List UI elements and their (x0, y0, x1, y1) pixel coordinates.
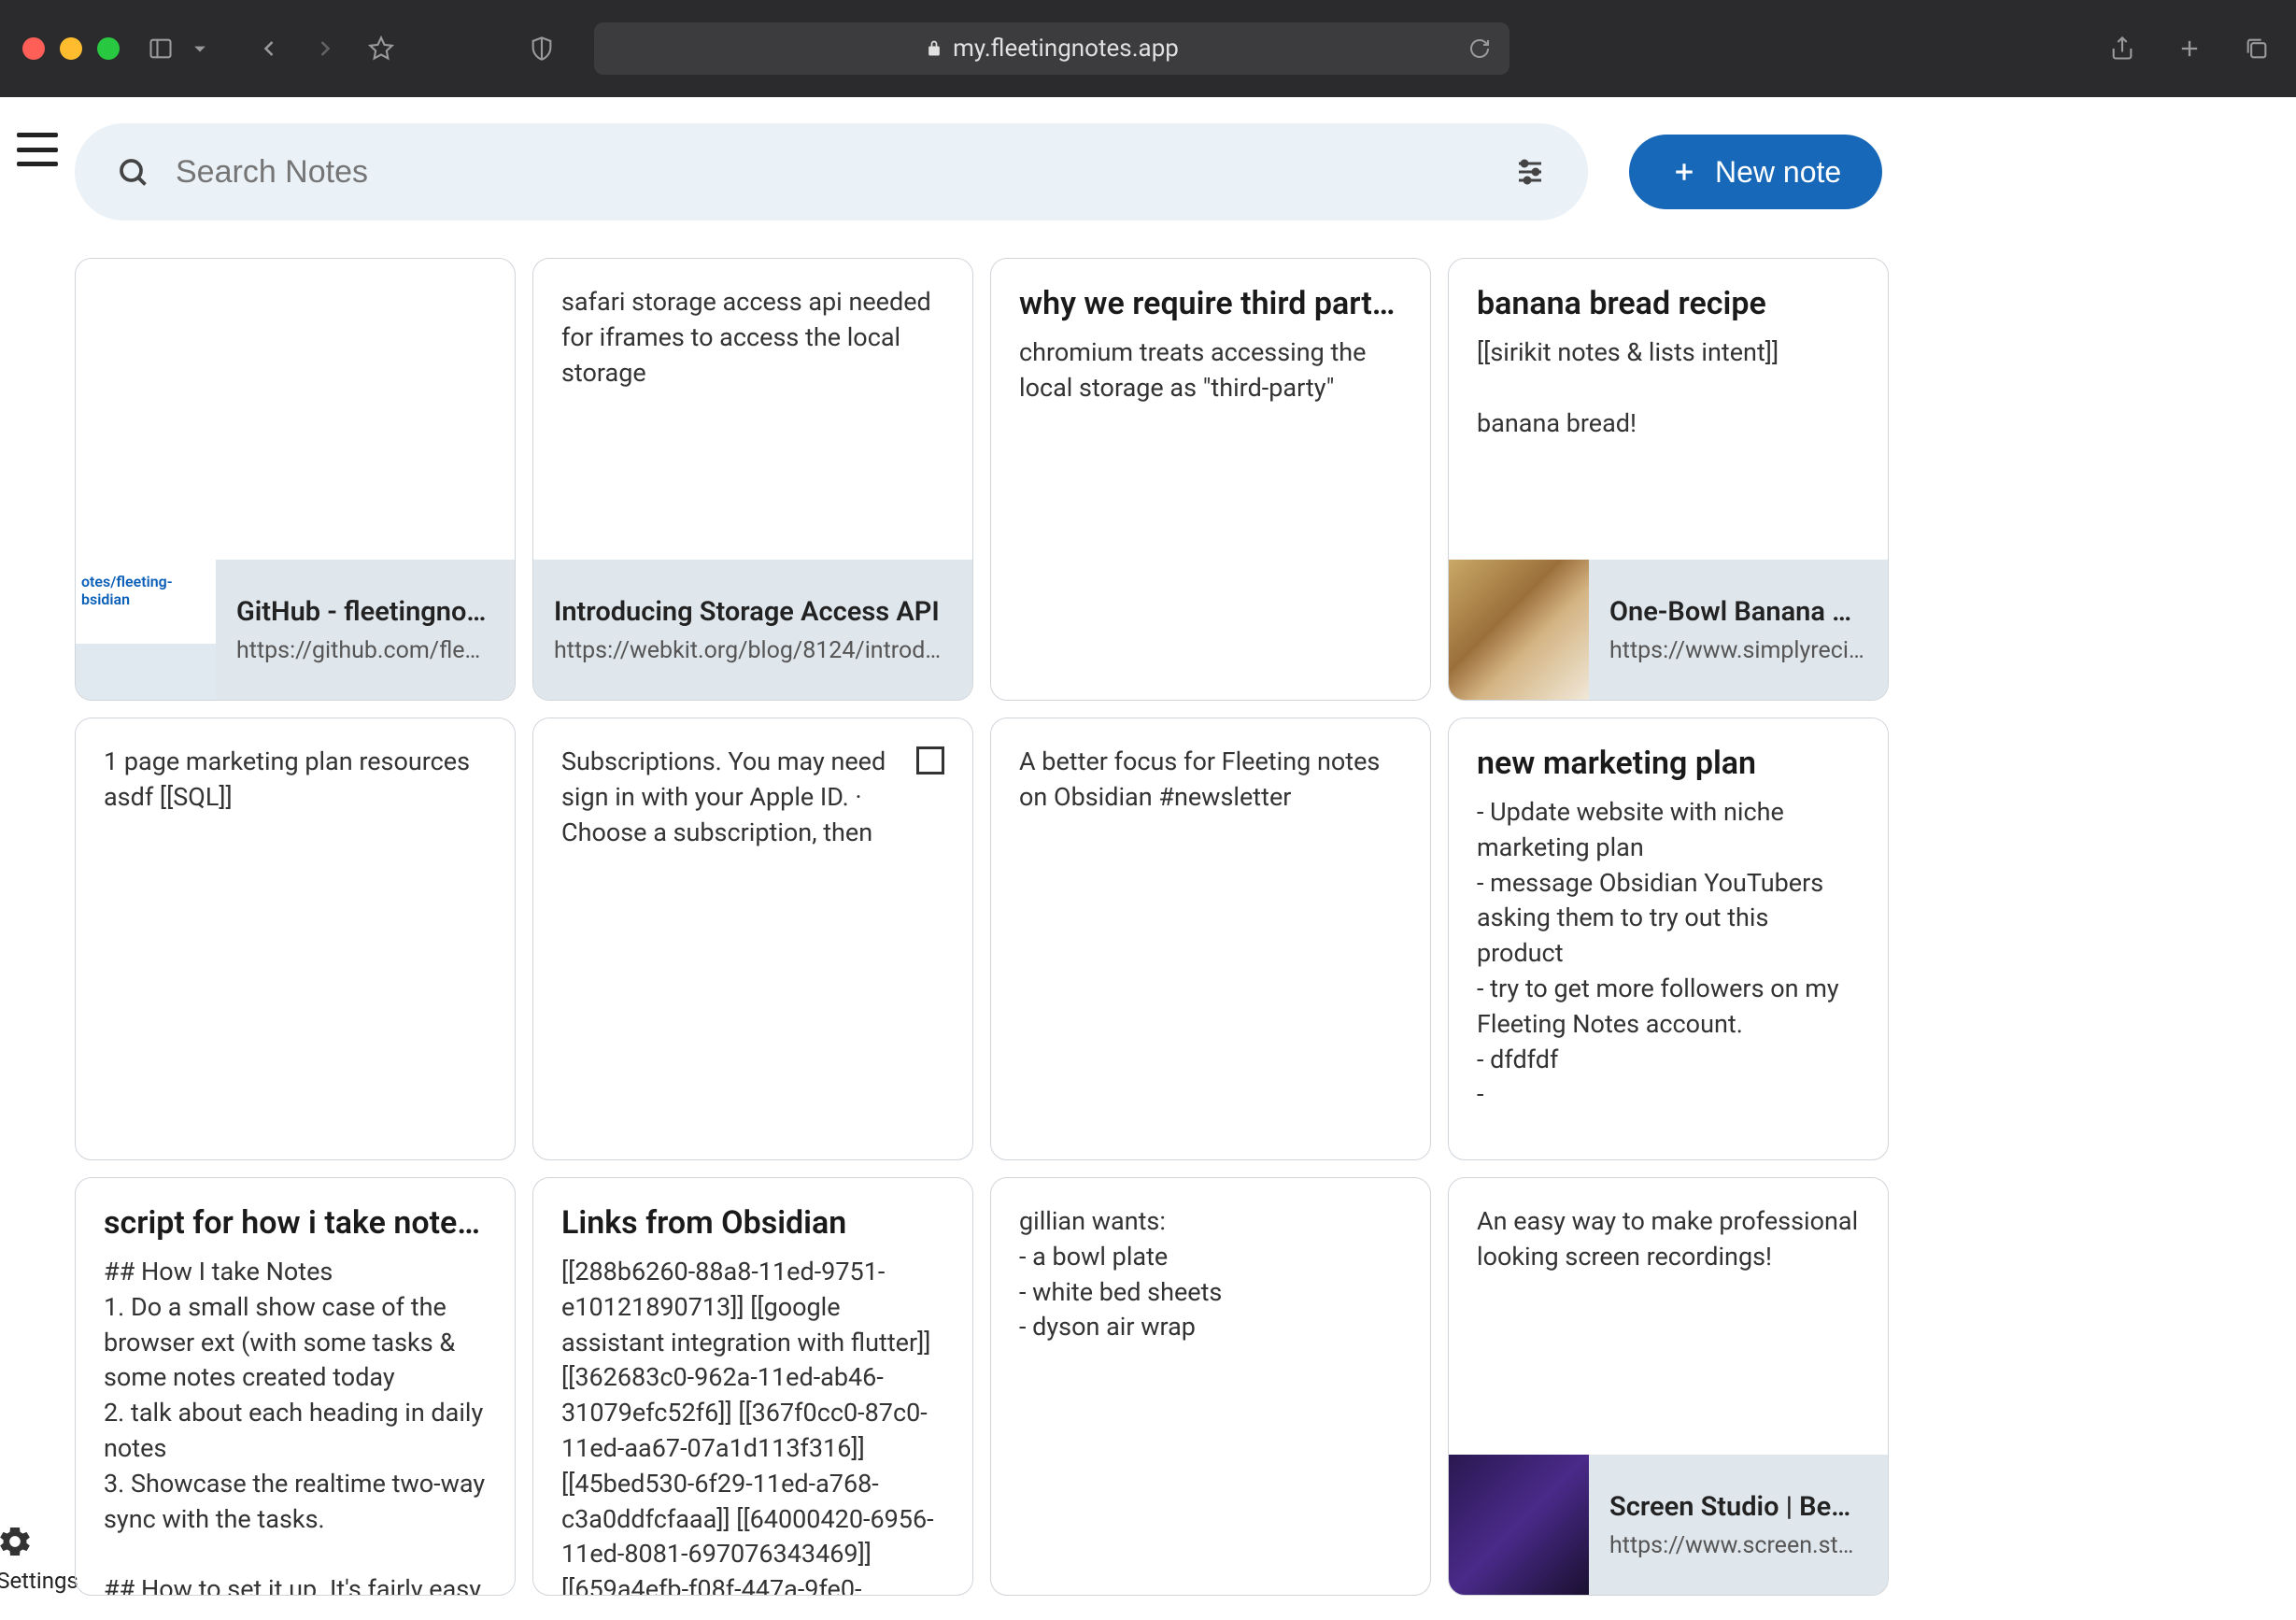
window-minimize-button[interactable] (60, 37, 82, 60)
sidebar-toggle-icon[interactable] (144, 32, 177, 65)
share-icon[interactable] (2105, 32, 2139, 65)
note-text: An easy way to make professional looking… (1477, 1204, 1860, 1275)
link-title: Screen Studio | Be… (1609, 1491, 1867, 1523)
note-text: ## How I take Notes 1. Do a small show c… (104, 1255, 487, 1595)
reload-icon[interactable] (1468, 37, 1491, 60)
lock-icon (925, 39, 943, 58)
window-maximize-button[interactable] (97, 37, 120, 60)
note-link-preview[interactable]: Introducing Storage Access API https://w… (533, 560, 972, 700)
note-title: script for how i take note… (104, 1204, 487, 1242)
link-title: Introducing Storage Access API (554, 596, 952, 628)
note-card[interactable]: safari storage access api needed for ifr… (532, 258, 973, 701)
note-title: Links from Obsidian (561, 1204, 944, 1242)
note-card[interactable]: 1 page marketing plan resources asdf [[S… (75, 718, 516, 1160)
link-title: GitHub - fleetingno… (236, 596, 494, 628)
link-url: https://webkit.org/blog/8124/introd… (554, 637, 952, 664)
settings-label: Settings (0, 1568, 78, 1594)
note-card[interactable]: why we require third part… chromium trea… (990, 258, 1431, 701)
tab-dropdown-icon[interactable] (183, 32, 217, 65)
new-note-label: New note (1715, 155, 1841, 190)
bookmark-icon[interactable] (364, 32, 398, 65)
note-card[interactable]: gillian wants: - a bowl plate - white be… (990, 1177, 1431, 1596)
sidebar: Settings (0, 97, 75, 1620)
app-root: Settings New note (0, 97, 2296, 1620)
settings-button[interactable]: Settings (0, 1523, 78, 1594)
link-thumbnail (1449, 560, 1589, 700)
tune-icon[interactable] (1513, 155, 1547, 189)
forward-button[interactable] (308, 32, 342, 65)
note-title: new marketing plan (1477, 745, 1860, 782)
note-card[interactable]: GitHub - fleetingno… https://github.com/… (75, 258, 516, 701)
link-url: https://www.screen.st… (1609, 1532, 1867, 1559)
note-link-preview[interactable]: One-Bowl Banana … https://www.simplyreci… (1449, 560, 1888, 700)
back-button[interactable] (252, 32, 286, 65)
note-text: A better focus for Fleeting notes on Obs… (1019, 745, 1402, 816)
search-input[interactable] (176, 154, 1513, 191)
note-title: banana bread recipe (1477, 285, 1860, 322)
menu-button[interactable] (17, 133, 58, 166)
link-url: https://github.com/fle… (236, 637, 494, 664)
note-text: safari storage access api needed for ifr… (561, 285, 944, 391)
topbar: New note (75, 123, 2262, 220)
note-text: - Update website with niche marketing pl… (1477, 795, 1860, 1113)
note-text: gillian wants: - a bowl plate - white be… (1019, 1204, 1402, 1345)
note-card[interactable]: new marketing plan - Update website with… (1448, 718, 1889, 1160)
address-bar[interactable]: my.fleetingnotes.app (594, 22, 1509, 75)
gear-icon (0, 1523, 78, 1560)
tabs-overview-icon[interactable] (2240, 32, 2274, 65)
note-card[interactable]: banana bread recipe [[sirikit notes & li… (1448, 258, 1889, 701)
traffic-lights (22, 37, 120, 60)
note-card[interactable]: Links from Obsidian [[288b6260-88a8-11ed… (532, 1177, 973, 1596)
note-text: [[288b6260-88a8-11ed-9751-e10121890713]]… (561, 1255, 944, 1595)
note-text: [[sirikit notes & lists intent]] banana … (1477, 335, 1860, 441)
new-tab-icon[interactable] (2173, 32, 2206, 65)
address-url: my.fleetingnotes.app (953, 35, 1179, 63)
note-card[interactable]: A better focus for Fleeting notes on Obs… (990, 718, 1431, 1160)
note-card[interactable]: An easy way to make professional looking… (1448, 1177, 1889, 1596)
notes-grid: GitHub - fleetingno… https://github.com/… (75, 258, 2262, 1596)
link-thumbnail (1449, 1455, 1589, 1595)
note-link-preview[interactable]: GitHub - fleetingno… https://github.com/… (76, 560, 515, 700)
search-icon (116, 155, 149, 189)
note-text: 1 page marketing plan resources asdf [[S… (104, 745, 487, 816)
link-title: One-Bowl Banana … (1609, 596, 1867, 628)
shield-icon[interactable] (525, 32, 559, 65)
note-title: why we require third part… (1019, 285, 1402, 322)
search-bar[interactable] (75, 123, 1588, 220)
link-url: https://www.simplyreci… (1609, 637, 1867, 664)
note-text: chromium treats accessing the local stor… (1019, 335, 1402, 406)
checkbox-icon[interactable] (916, 746, 944, 774)
new-note-button[interactable]: New note (1629, 135, 1882, 209)
link-thumbnail (76, 560, 216, 700)
window-close-button[interactable] (22, 37, 45, 60)
browser-chrome: my.fleetingnotes.app (0, 0, 2296, 97)
main-content: New note GitHub - fleetingno… https://gi… (75, 97, 2296, 1620)
note-card[interactable]: script for how i take note… ## How I tak… (75, 1177, 516, 1596)
note-link-preview[interactable]: Screen Studio | Be… https://www.screen.s… (1449, 1455, 1888, 1595)
note-text: Subscriptions. You may need sign in with… (561, 745, 944, 850)
note-card[interactable]: Subscriptions. You may need sign in with… (532, 718, 973, 1160)
